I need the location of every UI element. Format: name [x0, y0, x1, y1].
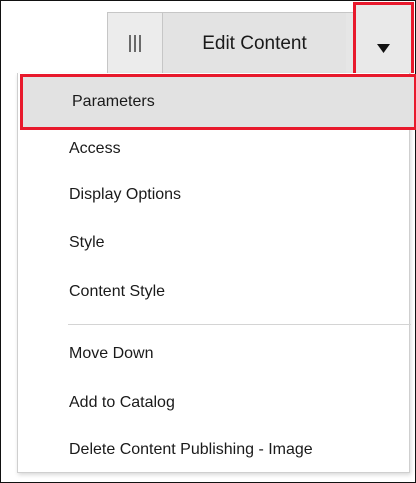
menu-item-style[interactable]: Style [18, 219, 409, 267]
screenshot-frame: Edit Content Parameters Access Display O… [0, 0, 416, 483]
menu-item-access[interactable]: Access [18, 125, 409, 173]
menu-item-delete-content[interactable]: Delete Content Publishing - Image [18, 426, 409, 474]
menu-item-content-style[interactable]: Content Style [18, 268, 409, 316]
caret-down-icon [377, 44, 390, 53]
menu-item-display-options[interactable]: Display Options [18, 171, 409, 219]
vertical-bars-icon [128, 35, 142, 52]
menu-item-move-down[interactable]: Move Down [18, 330, 409, 378]
drag-handle[interactable] [108, 13, 163, 74]
content-options-menu: Parameters Access Display Options Style … [17, 73, 416, 474]
menu-dropdown-button[interactable] [353, 2, 414, 73]
edit-content-button[interactable]: Edit Content [163, 13, 346, 74]
menu-item-parameters[interactable]: Parameters [20, 74, 416, 130]
content-toolbar: Edit Content [107, 2, 414, 74]
menu-item-add-to-catalog[interactable]: Add to Catalog [18, 379, 409, 427]
menu-divider [68, 324, 411, 325]
